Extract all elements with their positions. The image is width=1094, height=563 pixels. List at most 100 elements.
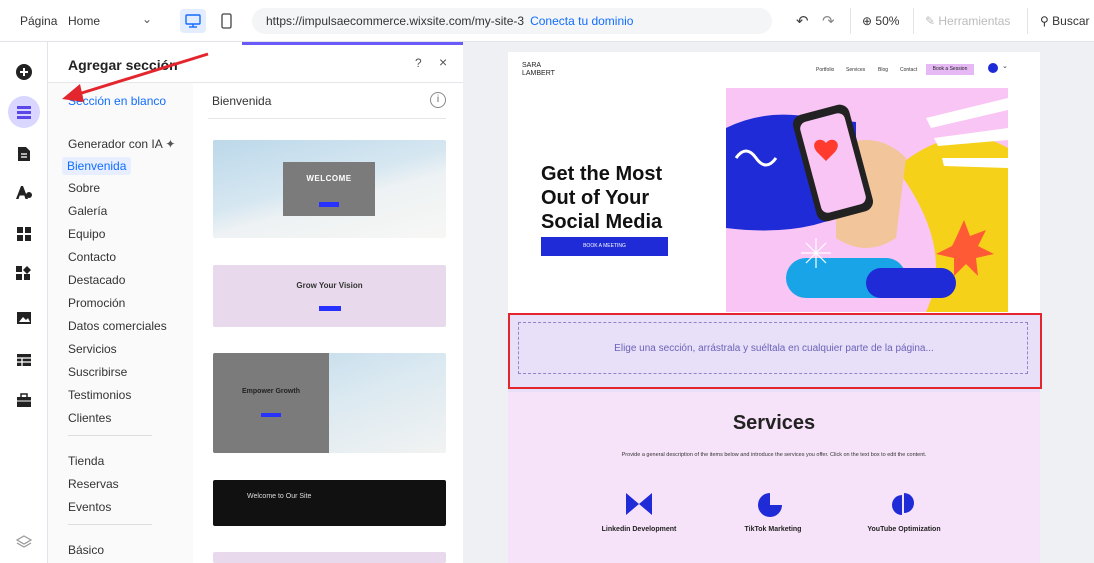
close-icon[interactable]: × [439,54,447,70]
left-rail [0,42,48,563]
thumbnail-button [319,306,341,311]
category-datos-comerciales[interactable]: Datos comerciales [68,318,167,334]
panel-accent-bar [242,42,463,45]
search-button[interactable]: ⚲ Buscar [1040,14,1090,28]
category-label: Generador con IA [68,137,163,151]
service-item-tiktok[interactable]: TikTok Marketing [703,526,843,533]
page-icon [18,147,30,161]
redo-icon[interactable]: ↷ [822,12,835,30]
pages-button[interactable] [10,140,38,168]
tools-button[interactable]: ✎ Herramientas [925,14,1010,28]
thumbnail-title: WELCOME [306,174,352,183]
service-item-youtube[interactable]: YouTube Optimization [834,526,974,533]
section-template-welcome-to-our-site[interactable]: Welcome to Our Site [213,480,446,526]
divider [48,82,463,83]
section-template-welcome[interactable]: WELCOME [213,140,446,238]
category-destacado[interactable]: Destacado [68,272,125,288]
url-bar[interactable]: https://impulsaecommerce.wixsite.com/my-… [252,8,772,34]
category-basico[interactable]: Básico [68,542,104,558]
chevron-down-icon[interactable]: ⌄ [1002,62,1008,70]
puzzle-icon [16,266,31,280]
category-equipo[interactable]: Equipo [68,226,105,242]
category-reservas[interactable]: Reservas [68,476,119,492]
nav-contact[interactable]: Contact [900,67,917,73]
category-testimonios[interactable]: Testimonios [68,387,131,403]
thumbnail-title: Welcome to Our Site [247,493,312,500]
cms-button[interactable] [10,346,38,374]
hero-heading[interactable]: Get the Most Out of Your Social Media [541,162,701,234]
site-logo[interactable]: SARA LAMBERT [522,62,562,78]
layers-icon [16,535,32,548]
help-icon[interactable]: ? [415,56,422,70]
tools-label: Herramientas [938,14,1011,28]
chevron-down-icon[interactable]: ⌄ [142,12,152,26]
nav-services[interactable]: Services [846,67,865,73]
connect-domain-link[interactable]: Conecta tu dominio [530,14,633,28]
category-tienda[interactable]: Tienda [68,453,104,469]
divider [1027,8,1028,34]
section-template-grow-your-vision[interactable]: Grow Your Vision [213,265,446,327]
plus-circle-icon [16,64,32,80]
services-description[interactable]: Provide a general description of the ite… [608,450,940,460]
desktop-icon [185,14,201,28]
thumbnail-title: Empower Growth [242,388,300,395]
divider [68,524,152,525]
service-item-linkedin[interactable]: Linkedin Development [569,526,709,533]
highlight-box [508,313,1042,389]
theme-button[interactable] [10,178,38,206]
category-galeria[interactable]: Galería [68,203,107,219]
media-button[interactable] [10,304,38,332]
section-template-empower-growth[interactable]: Empower Growth [213,353,446,453]
category-bienvenida[interactable]: Bienvenida [62,157,132,175]
book-meeting-button[interactable]: BOOK A MEETING [541,237,668,256]
add-section-button[interactable] [8,96,40,128]
thumbnail-text-box: Empower Growth [213,353,329,453]
search-icon: ⚲ [1040,14,1049,28]
app-market-button[interactable] [10,259,38,287]
category-promocion[interactable]: Promoción [68,295,125,311]
category-servicios[interactable]: Servicios [68,341,117,357]
tiktok-service-icon [758,493,782,517]
category-contacto[interactable]: Contacto [68,249,116,265]
nav-portfolio[interactable]: Portfolio [816,67,834,73]
user-icon[interactable] [988,63,998,73]
site-url: https://impulsaecommerce.wixsite.com/my-… [266,14,525,28]
category-sobre[interactable]: Sobre [68,180,100,196]
business-button[interactable] [10,386,38,414]
nav-blog[interactable]: Blog [878,67,888,73]
category-eventos[interactable]: Eventos [68,499,111,515]
divider [208,118,446,119]
info-icon[interactable]: i [430,92,446,108]
add-elements-button[interactable] [10,58,38,86]
category-clientes[interactable]: Clientes [68,410,111,426]
book-session-button[interactable]: Book a Session [926,64,974,75]
divider [913,8,914,34]
thumbnail-button [261,413,281,417]
section-template-next[interactable] [213,552,446,563]
thumbnail-button [319,202,339,207]
category-ai-generator[interactable]: Generador con IA ✦ [68,136,175,152]
mobile-view-button[interactable] [216,10,236,32]
editor-canvas: SARA LAMBERT Portfolio Services Blog Con… [463,42,1094,563]
page-label: Página [20,14,58,28]
category-suscribirse[interactable]: Suscribirse [68,364,127,380]
hero-illustration[interactable] [726,88,1008,312]
mobile-icon [220,13,232,29]
desktop-view-button[interactable] [180,9,206,33]
services-title[interactable]: Services [508,412,1040,435]
linkedin-service-icon [626,493,652,515]
table-icon [17,354,31,366]
services-section[interactable]: Services Provide a general description o… [508,392,1040,563]
undo-icon[interactable]: ↶ [796,12,809,30]
youtube-service-icon [892,493,914,515]
section-heading: Bienvenida [212,94,272,108]
image-icon [17,312,31,324]
panel-title: Agregar sección [68,57,178,73]
layers-button[interactable] [10,528,38,556]
site-preview: SARA LAMBERT Portfolio Services Blog Con… [508,52,1040,563]
page-selector[interactable]: Home [68,14,100,28]
blank-section-link[interactable]: Sección en blanco [68,94,166,108]
apps-button[interactable] [10,220,38,248]
zoom-button[interactable]: ⊕ 50% [862,14,899,28]
sparkle-icon: ✦ [165,137,176,151]
